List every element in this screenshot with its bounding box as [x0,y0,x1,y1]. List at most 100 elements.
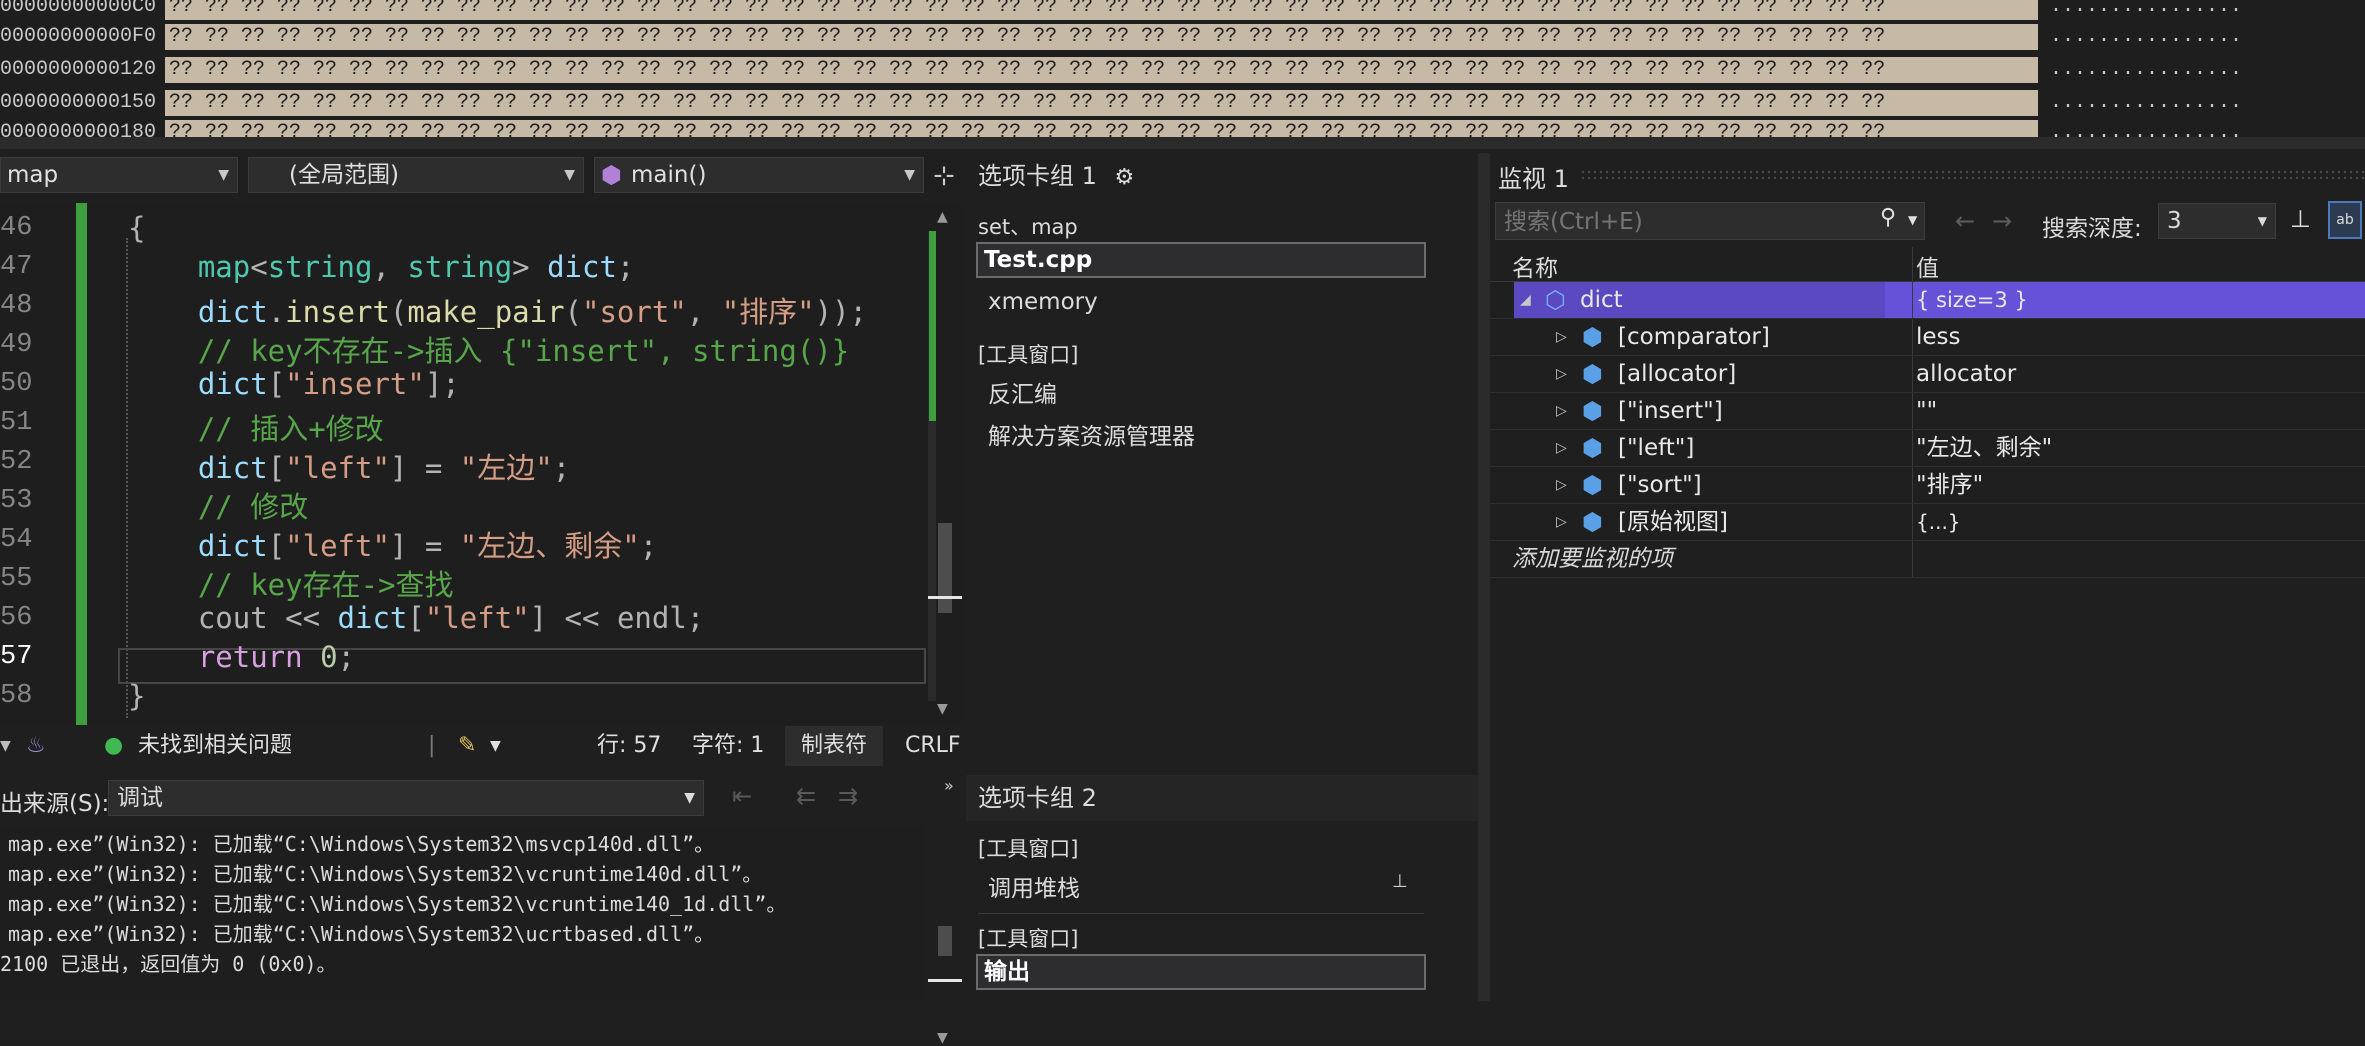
search-depth-dropdown[interactable]: 3 ▼ [2158,203,2276,239]
watch-item-value[interactable]: "排序" [1916,467,1983,503]
tabs-indicator[interactable]: 制表符 [785,726,883,766]
watch-item-value[interactable]: "左边、剩余" [1916,430,2052,466]
watch-row[interactable]: ▷ ⬢ ["sort"] "排序" [1490,467,2365,504]
watch-item-value[interactable]: {...} [1916,504,1961,540]
gear-icon[interactable]: ⚙ [1115,165,1135,190]
watch-search-input[interactable] [1496,203,1876,241]
split-editor-icon[interactable]: ⊹ [930,159,958,193]
tab-item[interactable]: xmemory [988,289,1098,315]
scope-dropdown[interactable]: (全局范围) ▼ [248,157,584,193]
add-watch-placeholder[interactable]: 添加要监视的项 [1512,541,1673,577]
code-line[interactable]: } [128,679,145,713]
output-source-dropdown[interactable]: 调试 ▼ [108,780,704,816]
tab-item[interactable]: 反汇编 [988,375,1057,409]
code-line[interactable]: // 修改 [128,484,308,526]
project-dropdown-value: map [7,162,59,188]
watch-item-name[interactable]: dict [1580,282,1623,318]
previous-message-icon[interactable]: ⇇ [796,782,816,810]
column-divider [1912,541,1913,577]
next-message-icon[interactable]: ⇉ [838,782,858,810]
code-line[interactable]: return 0; [128,640,355,674]
output-vertical-scrollbar[interactable]: ▼ [928,826,962,1046]
chevron-down-icon[interactable]: ▼ [490,726,501,766]
tool-window-section-label: [工具窗口] [978,837,1079,861]
search-icon[interactable]: ⚲ [1880,205,1896,230]
watch-add-row[interactable]: 添加要监视的项 [1490,541,2365,578]
code-editor[interactable]: 46 47 48 49 50 51 52 53 54 55 56 57 58 {… [0,203,962,725]
scroll-up-icon[interactable]: ▲ [937,209,948,225]
expand-arrow-icon[interactable]: ▷ [1556,440,1567,456]
chevron-down-icon[interactable]: ▼ [0,726,11,766]
code-token: "sort" [582,295,687,329]
code-line[interactable]: map<string, string> dict; [128,250,635,284]
editor-vertical-scrollbar[interactable]: ▲ ▼ [928,203,962,725]
tab-item[interactable]: 解决方案资源管理器 [988,417,1195,451]
scroll-down-icon[interactable]: ▼ [937,701,948,717]
code-line[interactable]: cout << dict["left"] << endl; [128,601,704,635]
panel-splitter[interactable] [0,137,2365,149]
code-line[interactable]: dict["left"] = "左边、剩余"; [128,523,657,565]
code-line[interactable]: { [128,211,145,245]
expand-arrow-icon[interactable]: ▷ [1556,329,1567,345]
char-indicator[interactable]: 字符: 1 [692,726,764,766]
watch-item-value[interactable]: { size=3 } [1916,282,2028,318]
cleanup-brush-icon[interactable]: ✎ [458,726,476,766]
watch-item-value[interactable]: allocator [1916,356,2016,392]
code-line[interactable]: // 插入+修改 [128,406,384,448]
code-line[interactable]: dict.insert(make_pair("sort", "排序")); [128,289,867,331]
function-dropdown[interactable]: ⬢ main() ▼ [594,157,924,193]
tab-item-selected[interactable]: 输出 [976,954,1426,990]
watch-row[interactable]: ▷ ⬢ [原始视图] {...} [1490,504,2365,541]
hex-display-toggle-icon[interactable]: ab [2328,201,2362,239]
pin-watch-icon[interactable]: ⊥ [2290,205,2311,233]
line-indicator[interactable]: 行: 57 [597,726,661,766]
watch-item-name[interactable]: ["left"] [1618,430,1694,466]
watch-item-name[interactable]: [原始视图] [1618,504,1728,540]
watch-row[interactable]: ▷ ⬢ ["left"] "左边、剩余" [1490,430,2365,467]
memory-window[interactable]: 00000000000C0 ?? ?? ?? ?? ?? ?? ?? ?? ??… [0,0,2365,137]
watch-item-value[interactable]: less [1916,319,1961,355]
watch-item-name[interactable]: ["insert"] [1618,393,1723,429]
watch-search-box[interactable]: ⚲ ▼ [1495,202,1925,241]
project-dropdown[interactable]: map ▼ [0,157,238,193]
code-line[interactable]: dict["insert"]; [128,367,460,401]
watch-row[interactable]: ▷ ⬢ ["insert"] "" [1490,393,2365,430]
scroll-down-icon[interactable]: ▼ [937,1030,948,1046]
collapse-arrow-icon[interactable]: ◢ [1520,292,1531,308]
forward-arrow-icon[interactable]: → [1992,207,2012,235]
expand-arrow-icon[interactable]: ▷ [1556,514,1567,530]
code-line[interactable]: // key存在->查找 [128,562,454,604]
column-header-name[interactable]: 名称 [1512,249,1558,283]
watch-item-name[interactable]: ["sort"] [1618,467,1702,503]
scroll-thumb[interactable] [938,523,952,613]
chevron-down-icon[interactable]: ▼ [1908,213,1917,227]
column-header-value[interactable]: 值 [1916,249,1939,283]
expand-arrow-icon[interactable]: ▷ [1556,366,1567,382]
find-message-icon[interactable]: ⇤ [732,782,752,810]
output-line: 2100 已退出，返回值为 0 (0x0)。 [0,952,337,976]
scroll-thumb[interactable] [938,926,952,956]
eol-indicator[interactable]: CRLF [905,726,961,766]
code-line[interactable]: dict["left"] = "左边"; [128,445,570,487]
code-line[interactable]: // key不存在->插入 {"insert", string()} [128,328,849,370]
panel-splitter[interactable] [1478,153,1490,1001]
issues-status[interactable]: 未找到相关问题 [138,726,292,766]
back-arrow-icon[interactable]: ← [1955,207,1975,235]
watch-row[interactable]: ◢ ⬡ dict { size=3 } [1490,282,2365,319]
watch-item-name[interactable]: [allocator] [1618,356,1736,392]
tab-item[interactable]: 调用堆栈 [988,869,1080,903]
watch-item-name[interactable]: [comparator] [1618,319,1770,355]
watch-item-value[interactable]: "" [1916,393,1937,429]
watch-row[interactable]: ▷ ⬢ [comparator] less [1490,319,2365,356]
output-text[interactable]: map.exe”(Win32): 已加载“C:\Windows\System32… [0,826,925,1001]
overflow-chevron-icon[interactable]: » [944,776,954,795]
pin-icon[interactable]: ⊥ [1392,871,1408,892]
method-icon: ⬢ [601,161,622,189]
intellicode-icon[interactable]: ♨ [26,726,46,766]
title-grip[interactable] [1580,169,2365,179]
expand-arrow-icon[interactable]: ▷ [1556,477,1567,493]
expand-arrow-icon[interactable]: ▷ [1556,403,1567,419]
tab-item-selected[interactable]: Test.cpp [976,242,1426,278]
column-divider[interactable] [1912,247,1913,281]
watch-row[interactable]: ▷ ⬢ [allocator] allocator [1490,356,2365,393]
